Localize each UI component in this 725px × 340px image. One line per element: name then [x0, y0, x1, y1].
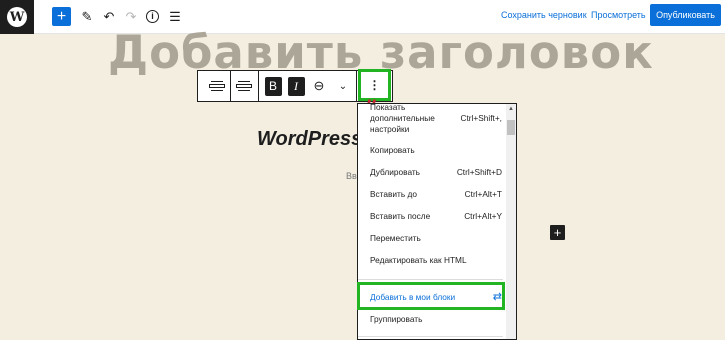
- block-type-icon: [209, 81, 225, 91]
- menu-item-label: Вставить до: [370, 189, 417, 199]
- align-icon: [236, 81, 252, 91]
- scroll-thumb[interactable]: [507, 120, 515, 135]
- menu-item-group[interactable]: Группировать: [370, 314, 502, 325]
- wordpress-logo-button[interactable]: W: [0, 0, 34, 34]
- change-block-type-button[interactable]: [206, 71, 228, 101]
- list-view-icon[interactable]: ☰: [167, 8, 183, 26]
- add-block-button[interactable]: +: [52, 7, 71, 26]
- menu-item-shortcut: Ctrl+Alt+T: [464, 189, 502, 199]
- italic-icon: I: [287, 76, 305, 96]
- menu-divider: [358, 336, 503, 337]
- align-button[interactable]: [233, 71, 255, 101]
- wordpress-logo-icon: W: [7, 7, 27, 27]
- undo-icon[interactable]: ↶: [101, 8, 117, 26]
- bold-button[interactable]: B: [263, 71, 283, 101]
- quote-citation[interactable]: Вв: [346, 171, 357, 181]
- menu-item-shortcut: Ctrl+Alt+Y: [464, 211, 502, 221]
- info-icon[interactable]: i: [146, 10, 159, 23]
- menu-scrollbar[interactable]: ▲: [506, 104, 516, 339]
- link-icon: ⊖: [313, 78, 325, 93]
- redo-icon[interactable]: ↷: [123, 8, 139, 26]
- menu-item-show-more-settings[interactable]: Показать дополнительные настройки Ctrl+S…: [370, 103, 502, 135]
- menu-item-label: Переместить: [370, 233, 421, 243]
- menu-item-label: Редактировать как HTML: [370, 255, 467, 265]
- preview-link[interactable]: Просмотреть: [591, 10, 646, 20]
- toolbar-divider: [230, 71, 231, 101]
- menu-divider: [358, 279, 503, 280]
- menu-item-shortcut: Ctrl+Shift+D: [456, 167, 502, 177]
- menu-item-label: Копировать: [370, 145, 415, 155]
- publish-button[interactable]: Опубликовать: [650, 4, 721, 26]
- menu-item-move[interactable]: Переместить: [370, 233, 502, 244]
- menu-item-insert-after[interactable]: Вставить после Ctrl+Alt+Y: [370, 211, 502, 222]
- menu-item-edit-as-html[interactable]: Редактировать как HTML: [370, 255, 502, 266]
- menu-item-duplicate[interactable]: Дублировать Ctrl+Shift+D: [370, 167, 502, 178]
- link-button[interactable]: ⊖: [309, 71, 329, 101]
- menu-item-label: Дублировать: [370, 167, 420, 177]
- menu-item-label: Вставить после: [370, 211, 431, 221]
- save-draft-link[interactable]: Сохранить черновик: [501, 10, 587, 20]
- toolbar-divider: [356, 71, 357, 101]
- highlight-frame: [357, 282, 505, 310]
- menu-item-copy[interactable]: Копировать: [370, 145, 502, 156]
- more-vertical-icon: ⋮: [368, 78, 381, 92]
- chevron-down-icon: ⌄: [338, 80, 348, 92]
- more-formatting-button[interactable]: ⌄: [335, 71, 351, 101]
- menu-item-insert-before[interactable]: Вставить до Ctrl+Alt+T: [370, 189, 502, 200]
- edit-tools-icon[interactable]: ✎: [79, 8, 95, 26]
- menu-item-label: Группировать: [370, 314, 423, 324]
- menu-item-label: Показать дополнительные настройки: [370, 103, 435, 134]
- quote-text[interactable]: WordPress: [257, 128, 358, 151]
- menu-item-shortcut: Ctrl+Shift+,: [460, 113, 502, 123]
- bold-icon: B: [264, 76, 282, 96]
- inline-add-block-button[interactable]: +: [550, 225, 565, 240]
- italic-button[interactable]: I: [286, 71, 306, 101]
- toolbar-divider: [258, 71, 259, 101]
- scroll-up-icon[interactable]: ▲: [508, 106, 514, 112]
